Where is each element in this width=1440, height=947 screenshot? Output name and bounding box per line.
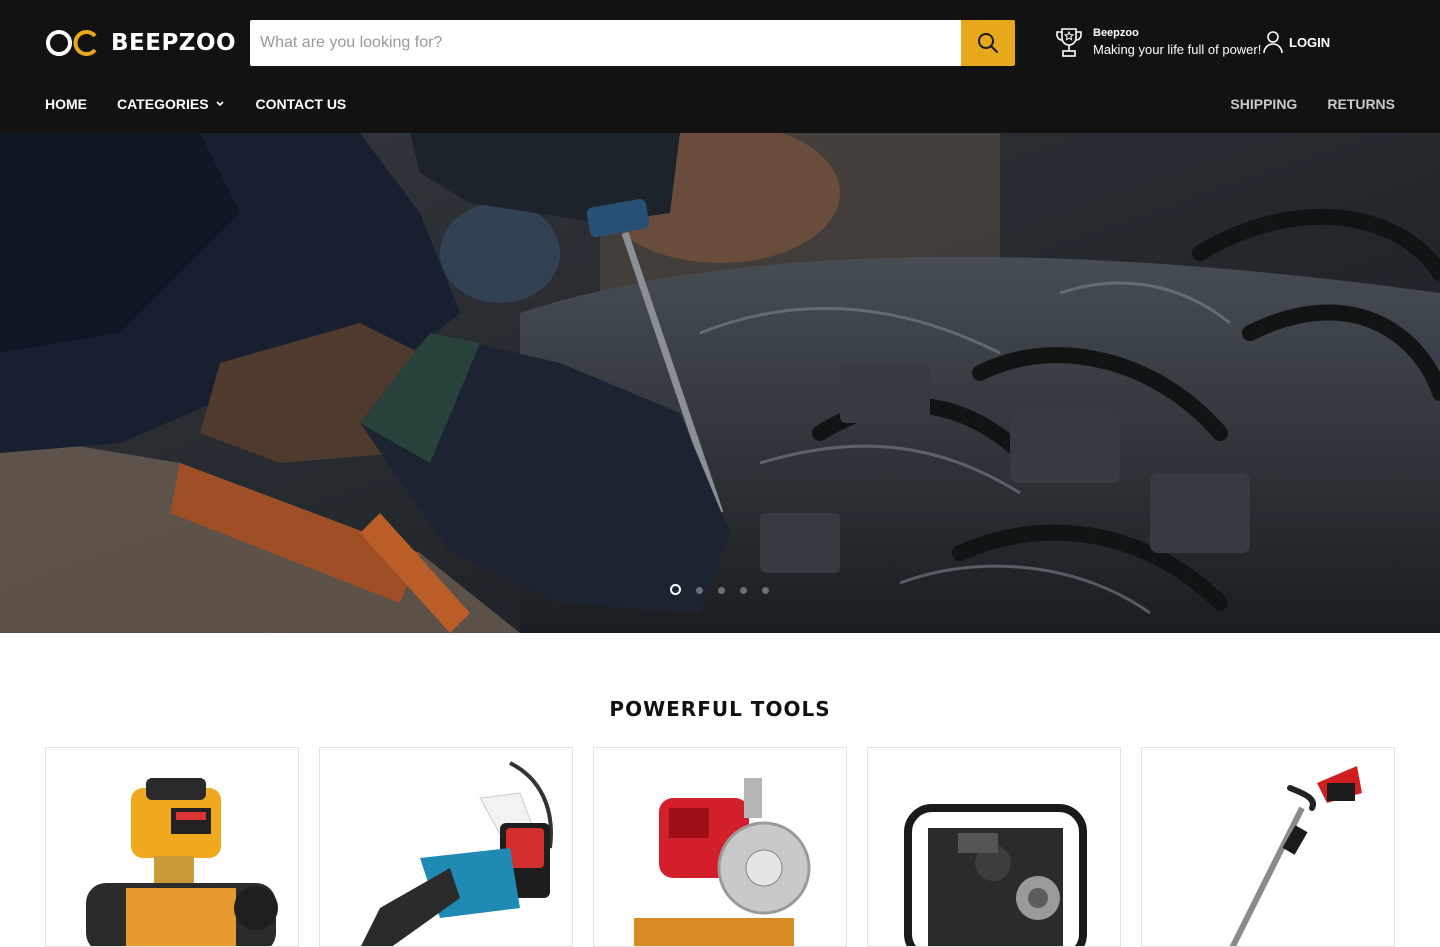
water-pump-controller-image bbox=[86, 778, 278, 946]
slide-dot-3[interactable] bbox=[718, 586, 725, 594]
site-header: BEEPZOO Beepzoo Making your life full of… bbox=[0, 0, 1440, 133]
product-card[interactable] bbox=[867, 747, 1121, 947]
nav-item-shipping[interactable]: SHIPPING bbox=[1230, 96, 1297, 112]
slide-dot-1[interactable] bbox=[670, 584, 681, 595]
login-link[interactable]: LOGIN bbox=[1263, 30, 1330, 54]
gas-water-pump-image bbox=[634, 778, 811, 946]
slide-indicators bbox=[670, 584, 784, 595]
cordless-chainsaw-image bbox=[361, 761, 553, 946]
hero-slideshow[interactable] bbox=[0, 133, 1440, 633]
promo-block: Beepzoo Making your life full of power! bbox=[1053, 26, 1261, 60]
slide-dot-2[interactable] bbox=[696, 586, 703, 594]
logo-text: BEEPZOO bbox=[111, 30, 237, 56]
search-bar bbox=[250, 20, 1015, 66]
main-nav: HOME CATEGORIES CONTACT US bbox=[45, 96, 376, 112]
slide-dot-5[interactable] bbox=[762, 586, 769, 594]
promo-title: Beepzoo bbox=[1093, 27, 1139, 39]
user-icon bbox=[1263, 31, 1283, 54]
promo-subtitle: Making your life full of power! bbox=[1093, 42, 1262, 57]
section-title: POWERFUL TOOLS bbox=[609, 697, 831, 721]
secondary-nav: SHIPPING RETURNS bbox=[1200, 96, 1395, 112]
framed-engine-pump-image bbox=[904, 804, 1087, 946]
slide-dot-4[interactable] bbox=[740, 586, 747, 594]
login-label: LOGIN bbox=[1289, 34, 1331, 50]
trophy-icon bbox=[1056, 28, 1082, 57]
product-card[interactable] bbox=[319, 747, 573, 947]
hero-image bbox=[0, 133, 1440, 633]
brand-logo[interactable]: BEEPZOO bbox=[45, 28, 236, 58]
search-input[interactable] bbox=[250, 20, 961, 66]
product-card[interactable] bbox=[45, 747, 299, 947]
nav-item-contact[interactable]: CONTACT US bbox=[256, 96, 347, 112]
string-trimmer-image bbox=[1229, 766, 1362, 946]
nav-item-categories[interactable]: CATEGORIES bbox=[117, 96, 226, 112]
nav-item-categories-label: CATEGORIES bbox=[117, 96, 209, 112]
search-icon bbox=[978, 33, 998, 53]
chevron-down-icon bbox=[215, 101, 224, 107]
nav-item-home[interactable]: HOME bbox=[45, 96, 87, 112]
product-grid bbox=[45, 747, 1395, 947]
search-button[interactable] bbox=[961, 20, 1015, 66]
product-card[interactable] bbox=[593, 747, 847, 947]
nav-item-returns[interactable]: RETURNS bbox=[1327, 96, 1395, 112]
product-card[interactable] bbox=[1141, 747, 1395, 947]
logo-mark-icon bbox=[46, 30, 97, 56]
